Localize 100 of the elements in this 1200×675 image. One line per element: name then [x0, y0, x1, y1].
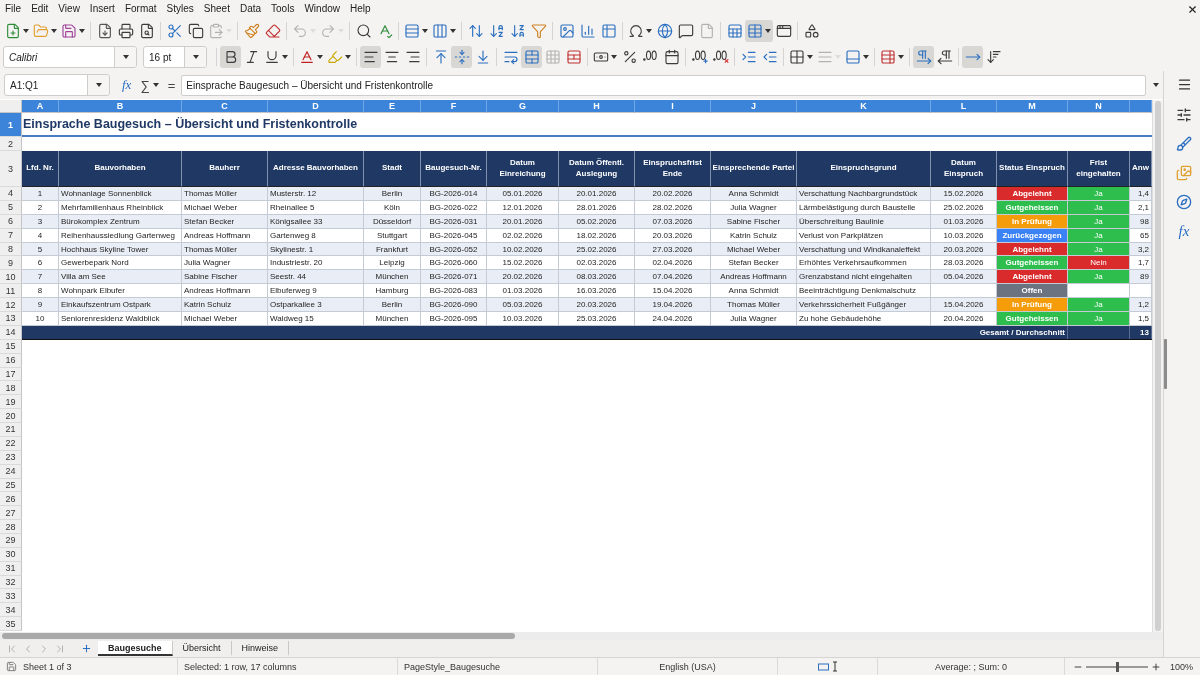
selection-text: Selected: 1 row, 17 columns — [184, 661, 297, 672]
column-header[interactable]: D — [268, 100, 364, 113]
zoom-level-text[interactable]: 100% — [1170, 661, 1194, 672]
menu-item[interactable]: Sheet — [198, 1, 235, 17]
dropdown-button[interactable] — [114, 47, 136, 67]
functions-button[interactable]: fx — [1172, 220, 1196, 242]
dropdown-button[interactable] — [184, 47, 206, 67]
undo-icon — [292, 22, 308, 39]
font-size-field[interactable]: 16 pt — [143, 46, 207, 68]
merge-cells-icon — [523, 49, 540, 65]
column-header[interactable]: B — [59, 100, 182, 113]
table-cell: 20.02.2026 — [487, 270, 559, 285]
save-icon[interactable] — [6, 661, 17, 672]
row-header[interactable]: 12 — [0, 298, 22, 312]
table-cell: 08.03.2026 — [559, 270, 635, 285]
row-header[interactable]: 26 — [0, 492, 22, 507]
table-cell: Stefan Becker — [711, 256, 797, 271]
column-header[interactable]: I — [635, 100, 711, 113]
sum-button[interactable]: ∑ — [137, 75, 162, 95]
zoom-in-icon[interactable] — [1151, 661, 1161, 672]
table-icon — [600, 22, 617, 39]
row-header[interactable]: 18 — [0, 381, 22, 396]
formula-input[interactable]: Einsprache Baugesuch – Übersicht und Fristenkontrolle — [181, 74, 1146, 96]
table-cell: Zu hohe Gebäudehöhe — [797, 312, 931, 326]
name-box[interactable]: A1:Q1 — [4, 74, 110, 96]
table-cell: Einkaufszentrum Ostpark — [59, 298, 182, 312]
function-wizard-button[interactable]: fx — [119, 75, 135, 95]
bold-button[interactable] — [220, 46, 241, 68]
column-header[interactable]: G — [487, 100, 559, 113]
table-cell — [931, 284, 997, 299]
menu-item[interactable]: Styles — [161, 1, 199, 17]
table-cell: 01.03.2026 — [487, 284, 559, 299]
row-header[interactable]: 4 — [0, 187, 22, 201]
center-vertically-button[interactable] — [451, 46, 472, 68]
row-header[interactable]: 19 — [0, 395, 22, 410]
column-header[interactable]: M — [997, 100, 1068, 113]
merge-center-button[interactable] — [521, 46, 542, 68]
row-header[interactable]: 35 — [0, 617, 22, 631]
align-left-button[interactable] — [360, 46, 381, 68]
row-header[interactable]: 2 — [0, 137, 22, 151]
search-icon — [355, 22, 372, 39]
vertical-scrollbar[interactable] — [1152, 100, 1163, 632]
close-icon[interactable] — [1187, 3, 1198, 15]
row-header[interactable]: 21 — [0, 423, 22, 437]
row-header[interactable]: 1 — [0, 113, 22, 137]
menu-item[interactable]: Edit — [26, 1, 54, 17]
sheet-tab[interactable]: Baugesuche — [98, 641, 173, 656]
row-header[interactable]: 10 — [0, 270, 22, 285]
dropdown-button[interactable] — [87, 75, 109, 95]
column-header[interactable]: L — [931, 100, 997, 113]
percent-icon — [621, 49, 638, 65]
column-header[interactable]: E — [364, 100, 421, 113]
language-text[interactable]: English (USA) — [659, 661, 716, 672]
status-cell: Gutgeheissen — [997, 256, 1068, 271]
sidebar-grip[interactable] — [1164, 339, 1167, 389]
row-header[interactable]: 28 — [0, 520, 22, 534]
indent-decrease-icon — [761, 49, 778, 65]
row-header[interactable]: 27 — [0, 506, 22, 521]
table-cell: 10 — [22, 312, 59, 326]
sheet-tab[interactable]: Übersicht — [172, 641, 232, 656]
table-cell: 20.02.2026 — [635, 187, 711, 201]
column-header[interactable]: J — [711, 100, 797, 113]
column-header[interactable]: H — [559, 100, 635, 113]
menu-item[interactable]: Help — [345, 1, 376, 17]
header-cell: Frist eingehalten — [1068, 151, 1130, 187]
row-header[interactable]: 20 — [0, 409, 22, 424]
caret-icon — [611, 55, 617, 59]
file-search-icon — [138, 22, 155, 39]
freeze-button[interactable] — [745, 19, 773, 42]
zoom-slider-thumb[interactable] — [1116, 661, 1119, 672]
menu-item[interactable]: Insert — [84, 1, 120, 17]
column-header[interactable]: K — [797, 100, 931, 113]
row-header[interactable]: 11 — [0, 284, 22, 299]
sheet-tab[interactable]: Hinweise — [231, 641, 290, 656]
row-header[interactable]: 33 — [0, 589, 22, 604]
column-header[interactable]: C — [182, 100, 268, 113]
column-header[interactable]: F — [421, 100, 487, 113]
table-cell: 05.01.2026 — [487, 187, 559, 201]
row-header[interactable]: 34 — [0, 603, 22, 618]
menu-item[interactable]: View — [53, 1, 85, 17]
menu-item[interactable]: Window — [299, 1, 345, 17]
row-header[interactable]: 3 — [0, 151, 22, 187]
row-header[interactable]: 9 — [0, 256, 22, 271]
font-name-field[interactable]: Calibri — [3, 46, 137, 68]
left-to-right-button[interactable] — [913, 46, 934, 68]
selection-mode-icon[interactable] — [817, 661, 838, 672]
table-cell: 15.02.2026 — [487, 256, 559, 271]
horizontal-scrollbar[interactable] — [0, 632, 1163, 640]
menu-item[interactable]: Tools — [266, 1, 300, 17]
row-header[interactable]: 13 — [0, 312, 22, 326]
copy-icon — [187, 22, 204, 39]
menu-item[interactable]: Format — [119, 1, 162, 17]
menu-item[interactable]: File — [0, 1, 27, 17]
menu-item[interactable]: Data — [234, 1, 267, 17]
grid-table-icon — [747, 22, 763, 39]
formula-button[interactable]: = — [164, 75, 179, 95]
column-header[interactable]: A — [22, 100, 59, 113]
deadline-cell: Nein — [1068, 256, 1130, 271]
column-header[interactable]: N — [1068, 100, 1130, 113]
table-cell: Anna Schmidt — [711, 284, 797, 299]
